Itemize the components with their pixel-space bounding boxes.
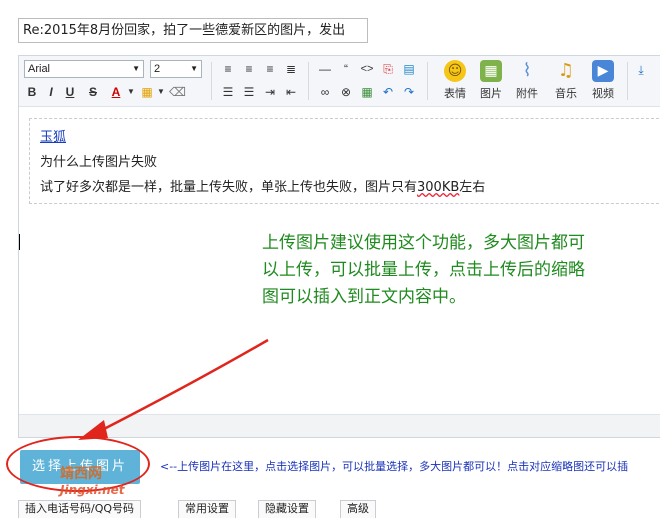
table-icon[interactable]: ▦ (359, 84, 375, 100)
chevron-down-icon: ▼ (190, 64, 198, 73)
link-icon[interactable]: ∞ (317, 84, 333, 100)
editor-toolbar: Arial ▼ 2 ▼ ≡ ≡ ≡ ≣ — “ <> ⎘ ▤ B I U S A… (19, 56, 660, 107)
outdent-icon[interactable]: ⇤ (283, 84, 299, 100)
insert-image-button[interactable]: ▦ 图片 (474, 60, 508, 101)
video-icon: ▶ (592, 60, 614, 82)
font-family-select[interactable]: Arial ▼ (24, 60, 144, 78)
undo-icon[interactable]: ↶ (380, 84, 396, 100)
chevron-down-icon[interactable]: ▼ (123, 84, 139, 100)
eraser-icon[interactable]: ⌫ (169, 84, 186, 100)
tab-hidden-settings[interactable]: 隐藏设置 (258, 500, 316, 518)
unordered-list-icon[interactable]: ☰ (241, 84, 257, 100)
horizontal-rule-icon[interactable]: — (317, 61, 333, 77)
tab-insert-phone[interactable]: 插入电话号码/QQ号码 (18, 500, 142, 518)
paperclip-icon: ⌇ (522, 60, 532, 81)
redo-icon[interactable]: ↷ (401, 84, 417, 100)
align-right-icon[interactable]: ≡ (262, 61, 278, 77)
tab-common-settings[interactable]: 常用设置 (178, 500, 236, 518)
upload-hint: <--上传图片在这里，点击选择图片，可以批量选择，多大图片都可以！点击对应缩略图… (160, 460, 629, 473)
indent-icon[interactable]: ⇥ (262, 84, 278, 100)
font-color-icon[interactable]: A (108, 84, 124, 100)
paste-word-icon[interactable]: ⎘ (380, 61, 396, 77)
strikethrough-icon[interactable]: S (85, 84, 101, 100)
font-family-value: Arial (28, 63, 51, 75)
video-button[interactable]: ▶ 视频 (586, 60, 620, 101)
ordered-list-icon[interactable]: ☰ (220, 84, 236, 100)
site-watermark: 靖西网 Jingxi.net (60, 466, 125, 497)
emoticon-button[interactable]: ☺ 表情 (438, 60, 472, 101)
italic-icon[interactable]: I (43, 84, 59, 100)
subject-input[interactable]: Re:2015年8月份回家，拍了一些德爱新区的图片，发出 (18, 18, 368, 43)
align-justify-icon[interactable]: ≣ (283, 61, 299, 77)
quoted-content: 玉狐 为什么上传图片失败 试了好多次都是一样，批量上传失败，单张上传也失败，图片… (29, 118, 660, 204)
editor-status-bar (19, 414, 660, 437)
bold-icon[interactable]: B (24, 84, 40, 100)
content-line: 为什么上传图片失败 (40, 155, 158, 170)
music-icon: ♫ (557, 60, 575, 81)
align-center-icon[interactable]: ≡ (241, 61, 257, 77)
text-caret (19, 234, 20, 250)
download-icon[interactable]: ⤓ (633, 62, 649, 78)
quote-icon[interactable]: “ (338, 61, 354, 77)
font-size-select[interactable]: 2 ▼ (150, 60, 202, 78)
content-line: 试了好多次都是一样，批量上传失败，单张上传也失败，图片只有300KB左右 (40, 180, 486, 195)
chevron-down-icon: ▼ (132, 64, 140, 73)
mention-link[interactable]: 玉狐 (40, 130, 66, 145)
code-icon[interactable]: <> (359, 61, 375, 77)
emoticon-icon: ☺ (444, 60, 466, 82)
image-icon: ▦ (480, 60, 502, 82)
unlink-icon[interactable]: ⊗ (338, 84, 354, 100)
attachment-button[interactable]: ⌇ 附件 (510, 60, 544, 101)
paste-text-icon[interactable]: ▤ (401, 61, 417, 77)
music-button[interactable]: ♫ 音乐 (549, 60, 583, 101)
tab-advanced[interactable]: 高级 (340, 500, 376, 518)
align-left-icon[interactable]: ≡ (220, 61, 236, 77)
underline-icon[interactable]: U (62, 84, 78, 100)
font-size-value: 2 (154, 63, 161, 75)
chevron-down-icon[interactable]: ▼ (153, 84, 169, 100)
annotation-text: 上传图片建议使用这个功能，多大图片都可 以上传，可以批量上传，点击上传后的缩略 … (262, 233, 585, 307)
